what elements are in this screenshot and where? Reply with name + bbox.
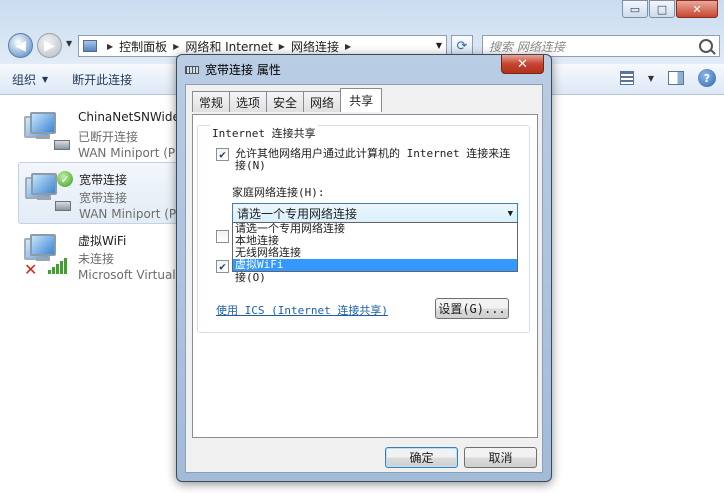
connection-name: 虚拟WiFi bbox=[78, 234, 127, 248]
sharing-tab-panel: Internet 连接共享 ✔ 允许其他网络用户通过此计算机的 Internet… bbox=[192, 114, 538, 438]
organize-label: 组织 bbox=[12, 72, 37, 87]
chevron-right-icon[interactable]: ▶ bbox=[173, 42, 179, 51]
ics-help-link[interactable]: 使用 ICS (Internet 连接共享) bbox=[216, 302, 388, 318]
connected-check-icon: ✓ bbox=[57, 171, 73, 187]
history-dropdown-icon[interactable]: ▼ bbox=[66, 39, 72, 48]
chevron-right-icon[interactable]: ▶ bbox=[345, 42, 351, 51]
connection-status: 已断开连接 bbox=[78, 130, 139, 144]
dropdown-option-highlighted[interactable]: 虚拟WiFi bbox=[233, 259, 517, 271]
third-option-checkbox[interactable]: ✔ bbox=[216, 260, 229, 273]
chevron-down-icon[interactable]: ▼ bbox=[648, 74, 654, 83]
allow-control-checkbox[interactable] bbox=[216, 230, 229, 243]
chevron-right-icon[interactable]: ▶ bbox=[107, 42, 113, 51]
tab-networking[interactable]: 网络 bbox=[303, 91, 342, 112]
breadcrumb-control-panel[interactable]: 控制面板 bbox=[119, 38, 167, 55]
connection-item-broadband[interactable]: ✓ 宽带连接 宽带连接 WAN Miniport (P bbox=[18, 162, 180, 224]
connection-status: 宽带连接 bbox=[79, 191, 128, 205]
connection-item-chinanetsnwide[interactable]: ChinaNetSNWide 已断开连接 WAN Miniport (P bbox=[18, 102, 180, 164]
tab-general[interactable]: 常规 bbox=[192, 91, 231, 112]
group-title: Internet 连接共享 bbox=[210, 125, 318, 141]
search-input[interactable]: 搜索 网络连接 bbox=[483, 38, 699, 55]
signal-bars-icon bbox=[48, 258, 67, 274]
chevron-down-icon[interactable]: ▼ bbox=[508, 209, 513, 219]
chevron-down-icon: ▼ bbox=[42, 74, 49, 84]
chevron-right-icon[interactable]: ▶ bbox=[279, 42, 285, 51]
command-bar-right: ▼ ? bbox=[619, 69, 716, 87]
dialog-body: 常规 选项 安全 网络 共享 Internet 连接共享 ✔ 允许其他网络用户通… bbox=[185, 84, 543, 473]
combo-selected-value: 请选一个专用网络连接 bbox=[237, 206, 358, 221]
properties-dialog: 宽带连接 属性 ✕ 常规 选项 安全 网络 共享 Internet 连接共享 ✔… bbox=[176, 54, 552, 482]
connection-status: 未连接 bbox=[78, 252, 115, 266]
second-option-row bbox=[216, 230, 229, 243]
connection-item-virtual-wifi[interactable]: ✕ 虚拟WiFi 未连接 Microsoft Virtual bbox=[18, 224, 180, 286]
allow-sharing-row: ✔ 允许其他网络用户通过此计算机的 Internet 连接来连接(N) bbox=[216, 148, 516, 172]
view-options-icon[interactable] bbox=[619, 71, 634, 85]
home-network-select[interactable]: 请选一个专用网络连接 ▼ bbox=[232, 203, 518, 223]
ics-group: Internet 连接共享 ✔ 允许其他网络用户通过此计算机的 Internet… bbox=[197, 125, 530, 333]
back-button[interactable]: ◀ bbox=[8, 33, 33, 58]
dialog-title-bar: 宽带连接 属性 bbox=[185, 61, 281, 78]
search-icon[interactable] bbox=[699, 39, 713, 53]
help-icon[interactable]: ? bbox=[698, 69, 716, 87]
cancel-button[interactable]: 取消 bbox=[464, 447, 537, 468]
network-adapter-icon: ✓ bbox=[25, 171, 77, 217]
disconnect-button[interactable]: 断开此连接 bbox=[60, 71, 144, 88]
organize-button[interactable]: 组织 ▼ bbox=[0, 71, 60, 88]
network-adapter-icon bbox=[24, 110, 76, 156]
maximize-button[interactable]: □ bbox=[649, 0, 675, 18]
tab-security[interactable]: 安全 bbox=[266, 91, 305, 112]
connection-name: ChinaNetSNWide bbox=[78, 110, 180, 124]
network-connection-icon bbox=[185, 65, 199, 74]
dialog-title: 宽带连接 属性 bbox=[205, 63, 281, 77]
disconnected-x-icon: ✕ bbox=[24, 260, 38, 279]
minimize-button[interactable]: ▭ bbox=[622, 0, 648, 18]
connection-device: WAN Miniport (P bbox=[79, 207, 177, 221]
connection-device: Microsoft Virtual bbox=[78, 268, 176, 282]
address-dropdown-icon[interactable]: ▼ bbox=[436, 41, 442, 50]
preview-pane-icon[interactable] bbox=[668, 71, 684, 85]
dialog-close-button[interactable]: ✕ bbox=[501, 55, 544, 74]
connection-device: WAN Miniport (P bbox=[78, 146, 176, 160]
home-network-dropdown-list: 请选一个专用网络连接 本地连接 无线网络连接 虚拟WiFi bbox=[232, 222, 518, 272]
control-panel-icon bbox=[83, 40, 97, 52]
ok-button[interactable]: 确定 bbox=[385, 447, 458, 468]
disconnect-label: 断开此连接 bbox=[72, 72, 133, 87]
connection-name: 宽带连接 bbox=[79, 173, 128, 187]
close-window-button[interactable]: ✕ bbox=[676, 0, 718, 18]
tab-sharing[interactable]: 共享 bbox=[340, 88, 383, 112]
settings-button[interactable]: 设置(G)... bbox=[435, 298, 509, 319]
home-network-label: 家庭网络连接(H): bbox=[232, 186, 325, 199]
tab-options[interactable]: 选项 bbox=[229, 91, 268, 112]
breadcrumb-network-connections[interactable]: 网络连接 bbox=[291, 38, 339, 55]
window-caption-buttons: ▭ □ ✕ bbox=[622, 0, 718, 22]
allow-sharing-checkbox[interactable]: ✔ bbox=[216, 148, 229, 161]
tab-strip: 常规 选项 安全 网络 共享 bbox=[192, 88, 383, 112]
wireless-adapter-icon: ✕ bbox=[24, 232, 76, 279]
forward-button[interactable]: ▶ bbox=[37, 33, 62, 58]
breadcrumb-network-internet[interactable]: 网络和 Internet bbox=[185, 38, 272, 55]
allow-sharing-label: 允许其他网络用户通过此计算机的 Internet 连接来连接(N) bbox=[235, 147, 511, 172]
